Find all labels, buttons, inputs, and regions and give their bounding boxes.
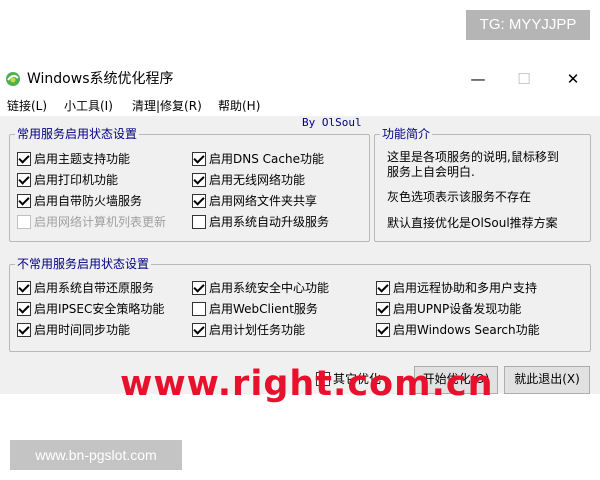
close-button[interactable]: ✕ bbox=[550, 66, 596, 92]
checkbox-box[interactable] bbox=[17, 173, 31, 187]
checkbox-box[interactable] bbox=[17, 194, 31, 208]
checkbox-label: 启用打印机功能 bbox=[34, 173, 119, 187]
checkbox-label: 启用WebClient服务 bbox=[209, 302, 318, 316]
checkbox-box[interactable] bbox=[192, 215, 206, 229]
checkbox-label: 启用系统自动升级服务 bbox=[209, 215, 330, 229]
checkbox-box[interactable] bbox=[17, 281, 31, 295]
menu-tools[interactable]: 小工具(I) bbox=[64, 98, 113, 114]
checkbox-label: 启用UPNP设备发现功能 bbox=[393, 302, 522, 316]
checkbox-label: 启用DNS Cache功能 bbox=[209, 152, 324, 166]
checkbox-label: 启用IPSEC安全策略功能 bbox=[34, 302, 165, 316]
checkbox-label: 启用计划任务功能 bbox=[209, 323, 306, 337]
checkbox-label: 启用时间同步功能 bbox=[34, 323, 131, 337]
watermark-text: www.right.com.cn bbox=[120, 364, 494, 404]
checkbox-label: 启用远程协助和多用户支持 bbox=[393, 281, 538, 295]
app-icon bbox=[6, 72, 20, 86]
exit-button[interactable]: 就此退出(X) bbox=[504, 366, 590, 394]
menu-bar: 链接(L) 小工具(I) 清理|修复(R) 帮助(H) bbox=[0, 96, 600, 116]
checkbox-label: 启用自带防火墙服务 bbox=[34, 194, 143, 208]
menu-links[interactable]: 链接(L) bbox=[7, 98, 47, 114]
checkbox-box[interactable] bbox=[192, 194, 206, 208]
checkbox-box[interactable] bbox=[192, 323, 206, 337]
uncommon-services-legend: 不常用服务启用状态设置 bbox=[15, 256, 152, 272]
info-group: 功能简介 这里是各项服务的说明,鼠标移到 服务上自会明白. 灰色选项表示该服务不… bbox=[374, 126, 591, 242]
minimize-button[interactable]: — bbox=[455, 66, 501, 92]
checkbox-label: 启用主题支持功能 bbox=[34, 152, 131, 166]
checkbox-box bbox=[17, 215, 31, 229]
checkbox-box[interactable] bbox=[192, 152, 206, 166]
checkbox-box[interactable] bbox=[376, 323, 390, 337]
checkbox-label: 启用系统安全中心功能 bbox=[209, 281, 330, 295]
site-overlay-label: www.bn-pgslot.com bbox=[10, 440, 182, 470]
checkbox-box[interactable] bbox=[17, 302, 31, 316]
checkbox-box[interactable] bbox=[376, 302, 390, 316]
checkbox-box[interactable] bbox=[192, 302, 206, 316]
tg-overlay-label: TG: MYYJJPP bbox=[466, 10, 590, 40]
checkbox-label: 启用网络文件夹共享 bbox=[209, 194, 318, 208]
byline: By OlSoul bbox=[302, 116, 362, 129]
app-window: Windows系统优化程序 — ☐ ✕ 链接(L) 小工具(I) 清理|修复(R… bbox=[0, 62, 600, 394]
checkbox-box[interactable] bbox=[192, 173, 206, 187]
checkbox-box[interactable] bbox=[376, 281, 390, 295]
checkbox-label: 启用网络计算机列表更新 bbox=[34, 215, 167, 229]
info-legend: 功能简介 bbox=[380, 126, 433, 142]
info-text-line: 默认直接优化是OlSoul推荐方案 bbox=[387, 216, 558, 230]
checkbox-label: 启用Windows Search功能 bbox=[393, 323, 540, 337]
checkbox-label: 启用系统自带还原服务 bbox=[34, 281, 155, 295]
info-text-line: 服务上自会明白. bbox=[387, 165, 475, 179]
maximize-button[interactable]: ☐ bbox=[501, 66, 547, 92]
info-text-line: 灰色选项表示该服务不存在 bbox=[387, 190, 532, 204]
checkbox-box[interactable] bbox=[192, 281, 206, 295]
common-services-group: 常用服务启用状态设置 启用主题支持功能 启用打印机功能 启用自带防火墙服务 启用… bbox=[9, 126, 370, 242]
info-text-line: 这里是各项服务的说明,鼠标移到 bbox=[387, 150, 559, 164]
menu-help[interactable]: 帮助(H) bbox=[218, 98, 260, 114]
checkbox-box[interactable] bbox=[17, 323, 31, 337]
common-services-legend: 常用服务启用状态设置 bbox=[15, 126, 140, 142]
menu-clean-repair[interactable]: 清理|修复(R) bbox=[132, 98, 202, 114]
checkbox-label: 启用无线网络功能 bbox=[209, 173, 306, 187]
window-title: Windows系统优化程序 bbox=[27, 71, 174, 87]
title-bar: Windows系统优化程序 — ☐ ✕ bbox=[0, 62, 600, 96]
checkbox-box[interactable] bbox=[17, 152, 31, 166]
uncommon-services-group: 不常用服务启用状态设置 启用系统自带还原服务 启用IPSEC安全策略功能 启用时… bbox=[9, 256, 591, 352]
